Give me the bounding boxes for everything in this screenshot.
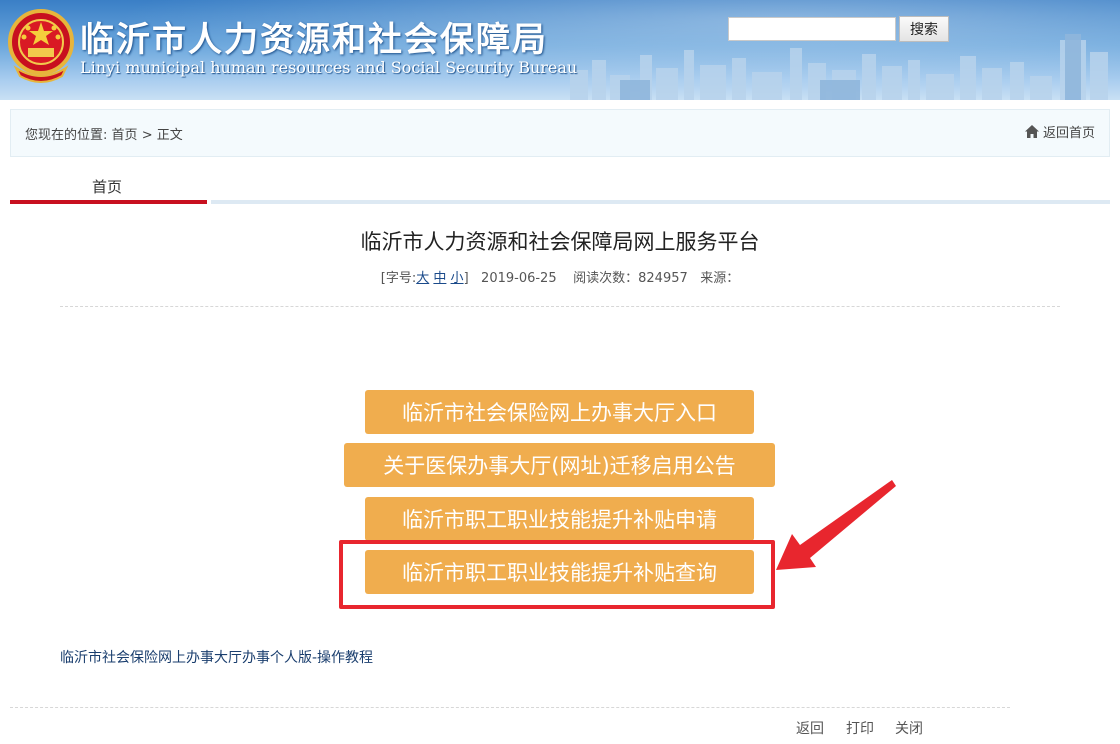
- tab-divider: [211, 200, 1110, 204]
- social-insurance-hall-entry-button[interactable]: 临沂市社会保险网上办事大厅入口: [365, 390, 754, 434]
- search-input[interactable]: [728, 17, 896, 41]
- home-icon: [1024, 125, 1039, 138]
- breadcrumb-separator: >: [141, 128, 153, 143]
- close-link[interactable]: 关闭: [895, 718, 923, 738]
- highlight-box: [339, 540, 775, 609]
- tab-home[interactable]: 首页: [92, 176, 122, 197]
- article-meta: [字号:大 中 小] 2019-06-25 阅读次数：824957 来源：: [0, 267, 1120, 286]
- return-home-link[interactable]: 返回首页: [1024, 122, 1095, 141]
- article-source: 来源：: [700, 271, 740, 286]
- breadcrumb-prefix: 您现在的位置:: [25, 128, 108, 143]
- font-size-large[interactable]: 大: [416, 271, 429, 286]
- font-size-suffix: ]: [463, 271, 469, 286]
- content-divider: [60, 306, 1060, 307]
- font-size-small[interactable]: 小: [451, 271, 464, 286]
- publish-date: 2019-06-25: [481, 271, 557, 286]
- tab-active-indicator: [10, 200, 207, 204]
- skill-subsidy-apply-button[interactable]: 临沂市职工职业技能提升补贴申请: [365, 497, 754, 541]
- annotation-arrow-icon: [776, 480, 896, 570]
- print-link[interactable]: 打印: [846, 718, 874, 738]
- header-banner: 临沂市人力资源和社会保障局 Linyi municipal human reso…: [0, 0, 1120, 100]
- breadcrumb: 您现在的位置: 首页 > 正文: [25, 124, 183, 143]
- breadcrumb-home-link[interactable]: 首页: [112, 128, 138, 143]
- back-link[interactable]: 返回: [796, 718, 824, 738]
- font-size-prefix: [字号:: [380, 271, 417, 286]
- tutorial-link[interactable]: 临沂市社会保险网上办事大厅办事个人版-操作教程: [60, 647, 373, 667]
- breadcrumb-current: 正文: [156, 128, 183, 143]
- font-size-medium[interactable]: 中: [433, 271, 446, 286]
- read-count: 阅读次数：824957: [573, 271, 688, 286]
- site-title: 临沂市人力资源和社会保障局: [80, 20, 548, 60]
- national-emblem-icon: [8, 9, 74, 83]
- medical-insurance-migration-notice-button[interactable]: 关于医保办事大厅(网址)迁移启用公告: [344, 443, 775, 487]
- breadcrumb-bar: 您现在的位置: 首页 > 正文 返回首页: [10, 109, 1110, 157]
- return-home-label: 返回首页: [1042, 126, 1095, 141]
- site-subtitle: Linyi municipal human resources and Soci…: [80, 58, 578, 77]
- article-title: 临沂市人力资源和社会保障局网上服务平台: [360, 230, 760, 254]
- footer-divider: [10, 707, 1010, 708]
- search-button[interactable]: 搜索: [899, 16, 949, 42]
